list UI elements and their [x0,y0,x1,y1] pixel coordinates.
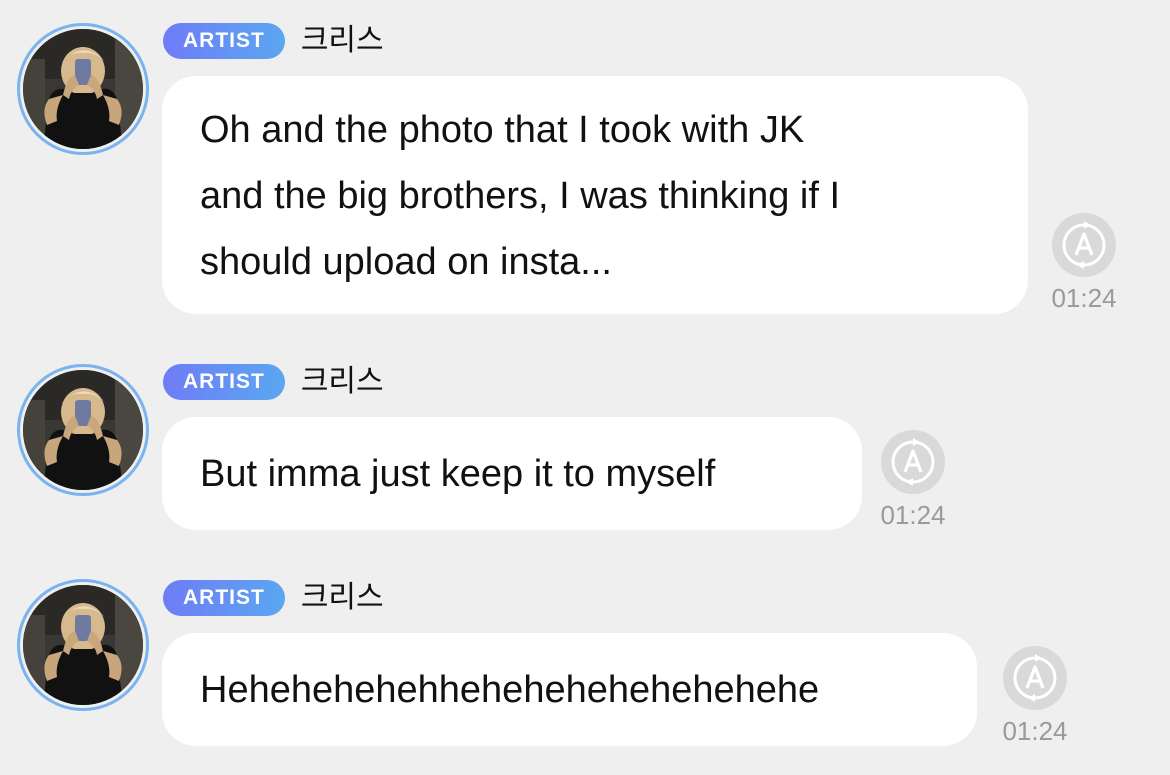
message-bubble[interactable]: Hehehehehehhehehehehehehehehe [162,633,977,746]
message-header: ARTIST 크리스 [163,23,384,59]
auto-translate-icon[interactable] [1051,212,1117,278]
message-meta: 01:24 [990,645,1080,745]
artist-badge: ARTIST [163,580,285,616]
message-header: ARTIST 크리스 [163,580,384,616]
avatar-photo [23,29,143,149]
avatar[interactable] [17,579,149,711]
artist-badge: ARTIST [163,23,285,59]
message-timestamp: 01:24 [880,500,946,530]
message-text-line: But imma just keep it to myself [200,453,716,495]
message-meta: 01:24 [868,429,958,529]
auto-translate-icon[interactable] [1002,645,1068,711]
message-bubble[interactable]: But imma just keep it to myself [162,417,862,530]
sender-name[interactable]: 크리스 [301,23,384,59]
message-timestamp: 01:24 [1051,283,1117,313]
message-text-line: Oh and the photo that I took with JK [200,109,805,151]
avatar-photo [23,370,143,490]
auto-translate-icon[interactable] [880,429,946,495]
avatar[interactable] [17,364,149,496]
sender-name[interactable]: 크리스 [301,364,384,400]
artist-badge: ARTIST [163,364,285,400]
message-header: ARTIST 크리스 [163,364,384,400]
message-meta: 01:24 [1039,212,1129,312]
chat-thread: ARTIST 크리스 Oh and the photo that I took … [0,0,1170,775]
message-text-line: should upload on insta... [200,241,612,283]
avatar-photo [23,585,143,705]
message-text-line: and the big brothers, I was thinking if … [200,175,841,217]
sender-name[interactable]: 크리스 [301,580,384,616]
message-bubble[interactable]: Oh and the photo that I took with JK and… [162,76,1028,314]
message-text-line: Hehehehehehhehehehehehehehehe [200,669,820,711]
avatar[interactable] [17,23,149,155]
message-timestamp: 01:24 [1002,716,1068,746]
